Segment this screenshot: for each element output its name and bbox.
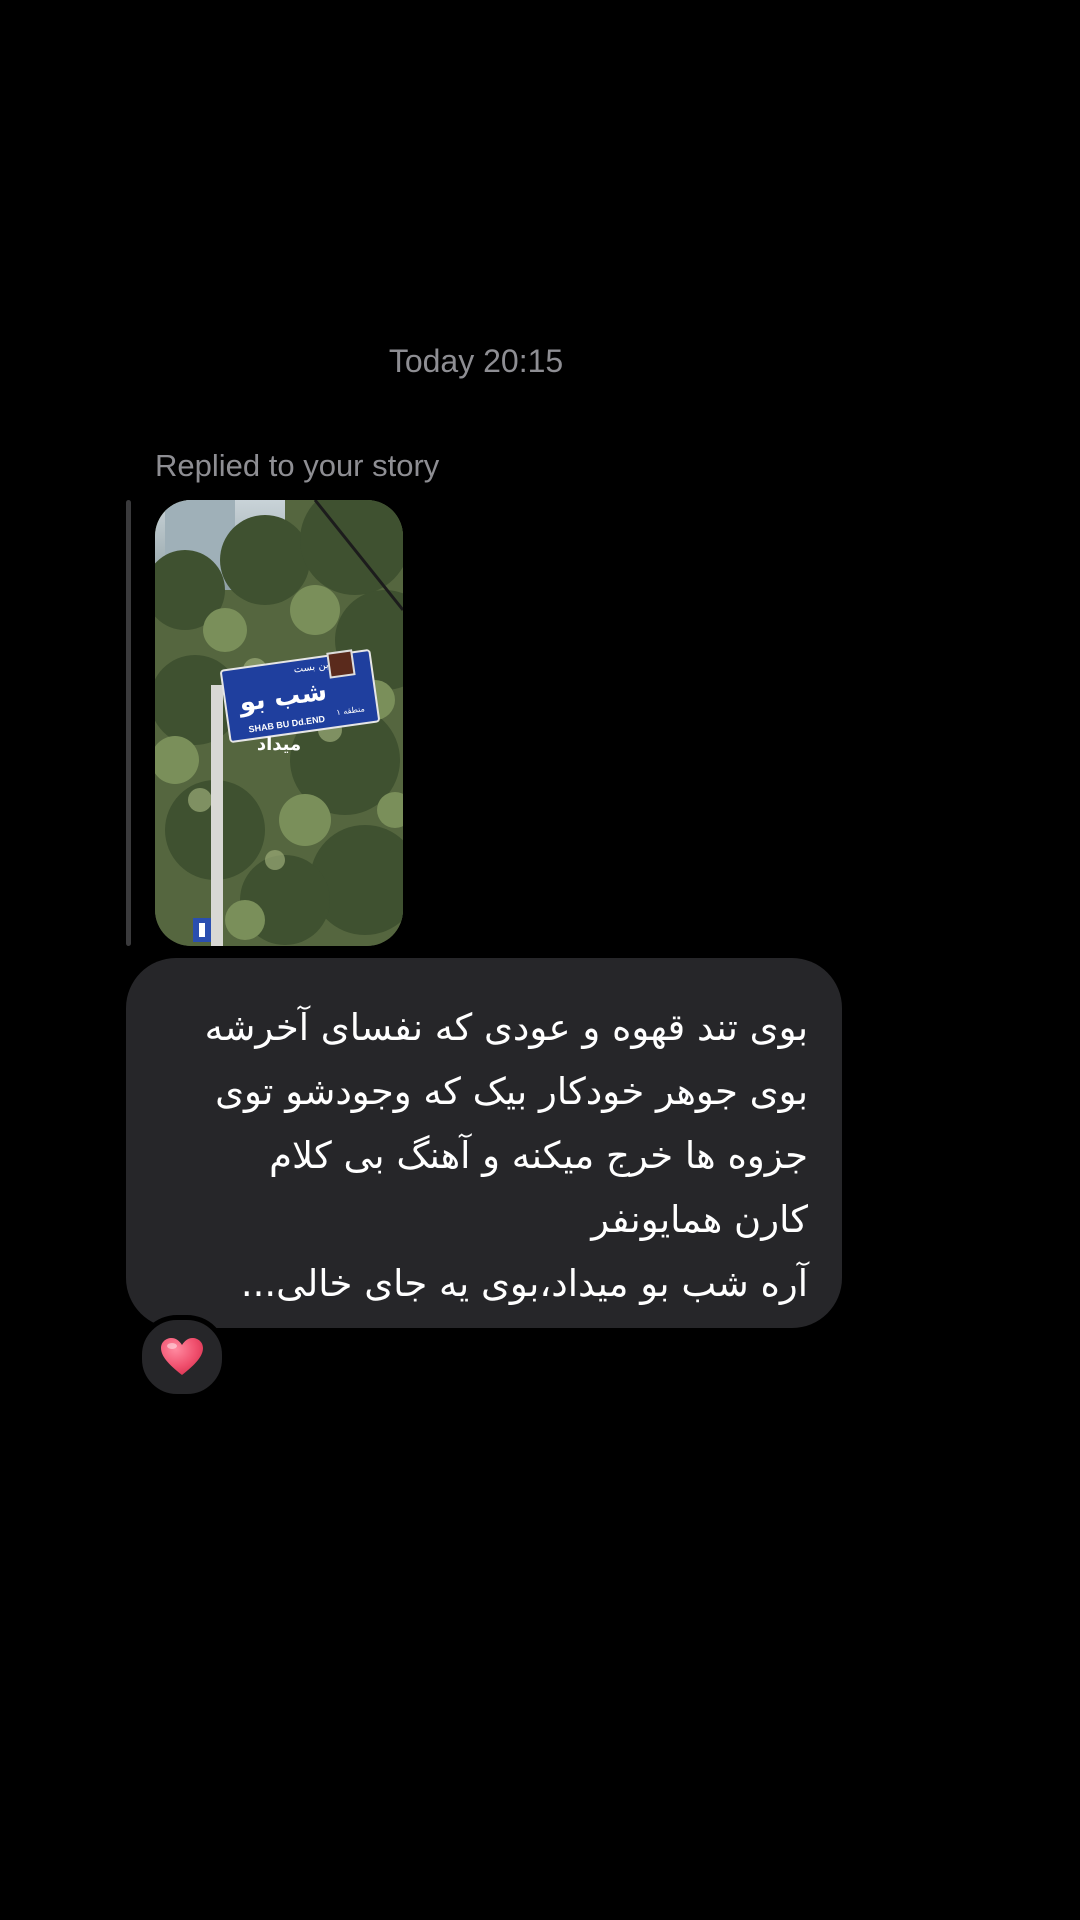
message-line: بوی جوهر خودکار بیک که وجودشو توی: [215, 1070, 808, 1113]
message-line: جزوه ها خرج میکنه و آهنگ بی کلام: [269, 1134, 808, 1177]
message-line: آره شب بو میداد،بوی یه جای خالی...: [240, 1262, 808, 1305]
reply-indicator-bar: [126, 500, 131, 946]
story-image: شب بو بن بست منطقه ۱ SHAB BU Dd.END میدا…: [155, 500, 403, 946]
message-timestamp: Today 20:15: [388, 343, 564, 379]
message-bubble[interactable]: بوی تند قهوه و عودی که نفسای آخرشه بوی ج…: [126, 958, 842, 1328]
story-thumbnail[interactable]: شب بو بن بست منطقه ۱ SHAB BU Dd.END میدا…: [155, 500, 403, 946]
reply-context-label: Replied to your story: [155, 448, 440, 483]
message-line: بوی تند قهوه و عودی که نفسای آخرشه: [204, 1006, 808, 1049]
message-line: کارن همایونفر: [591, 1198, 808, 1241]
reaction-badge[interactable]: [137, 1315, 227, 1399]
sign-below-fa: میداد: [257, 734, 301, 755]
heart-icon: [161, 1338, 203, 1375]
